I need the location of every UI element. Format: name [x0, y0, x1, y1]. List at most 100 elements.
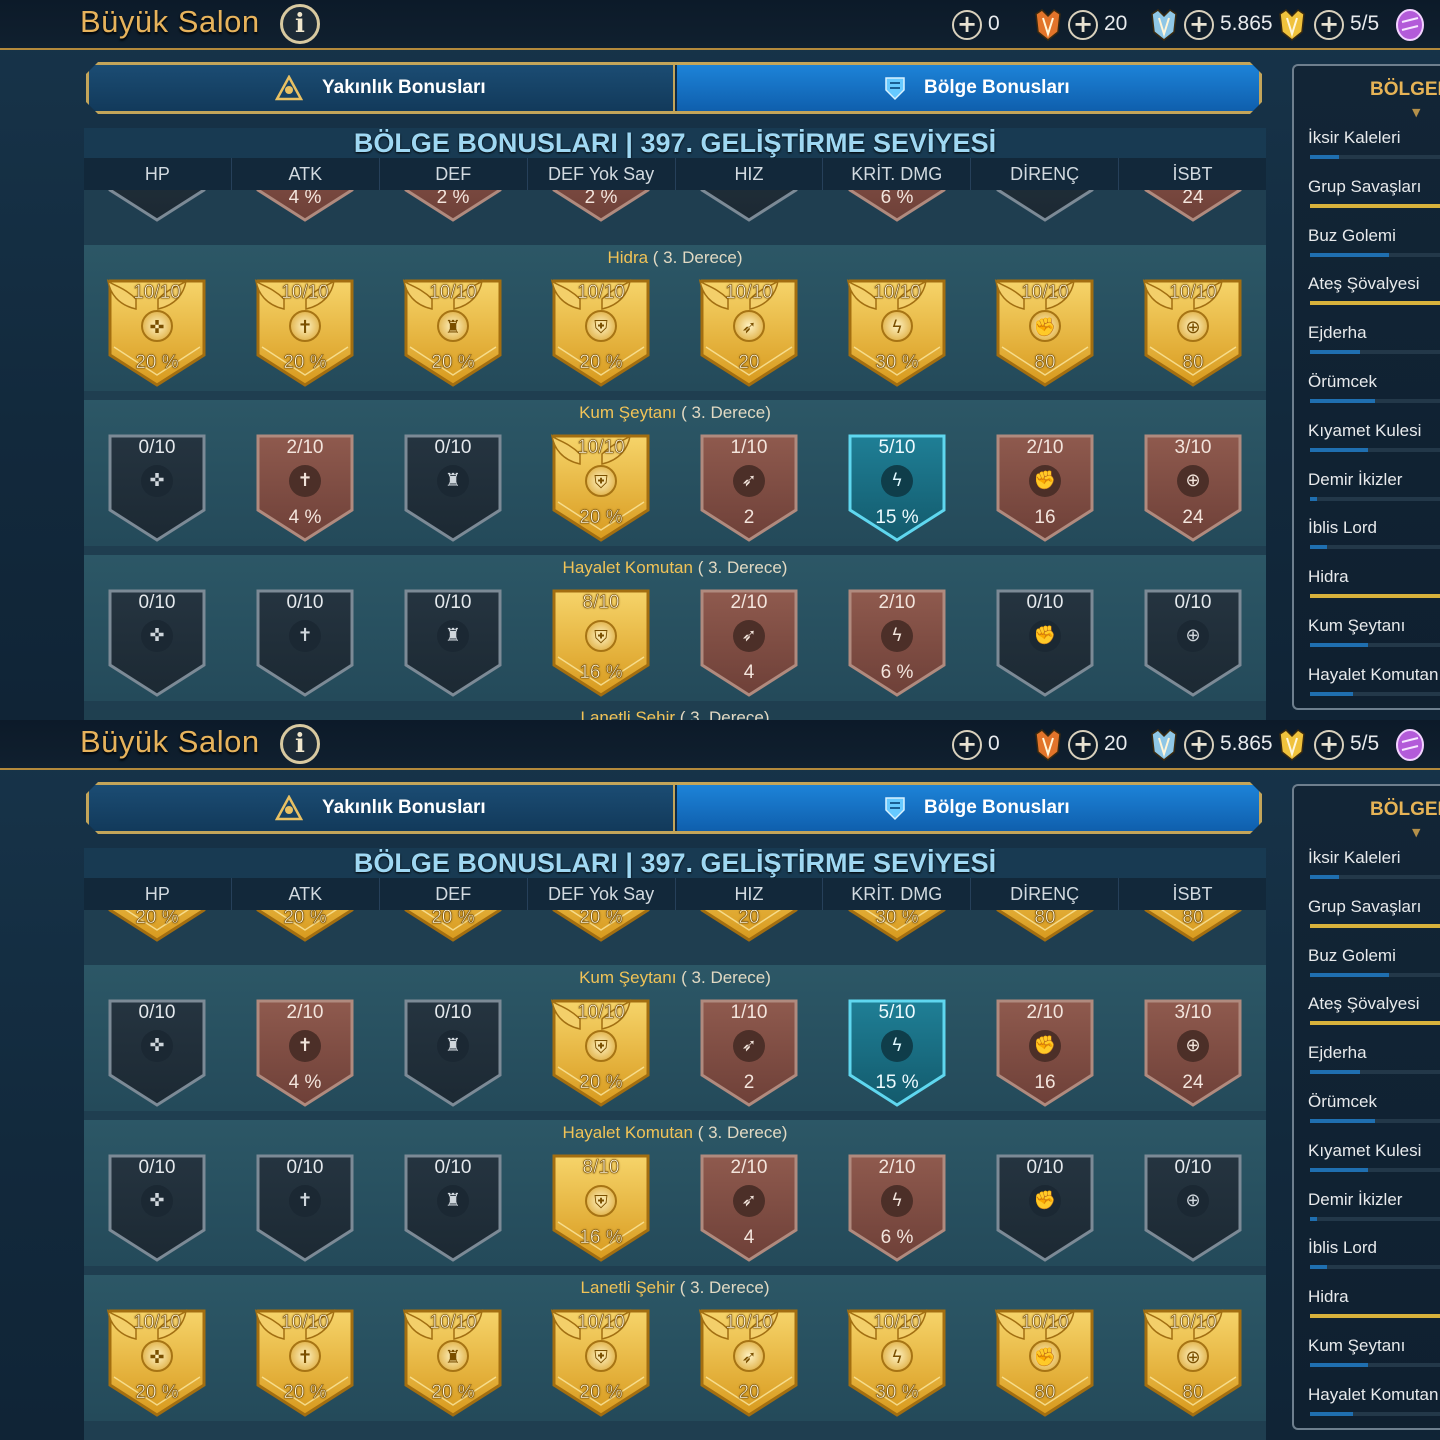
- plus-icon[interactable]: +: [1068, 730, 1098, 760]
- sidebar-item[interactable]: Kıyamet Kulesi: [1308, 421, 1440, 461]
- bonus-badge-hp[interactable]: ✜ 10/10 20 %: [106, 277, 208, 389]
- sidebar-item[interactable]: Örümcek: [1308, 1092, 1440, 1132]
- sidebar-item[interactable]: Örümcek: [1308, 372, 1440, 412]
- bonus-badge-acc[interactable]: ⊕ 3/10 24: [1142, 432, 1244, 544]
- plus-icon[interactable]: +: [1068, 10, 1098, 40]
- plus-icon[interactable]: +: [1314, 10, 1344, 40]
- sidebar-item[interactable]: Kum Şeytanı: [1308, 616, 1440, 656]
- bonus-badge-acc[interactable]: ⊕ 10/10 80: [1142, 277, 1244, 389]
- sidebar-item[interactable]: Kıyamet Kulesi: [1308, 1141, 1440, 1181]
- bonus-badge-res[interactable]: ✊ 2/10 16: [994, 432, 1096, 544]
- bonus-badge-res[interactable]: ✊ 2/10 16: [994, 997, 1096, 1109]
- bonus-badge-partial[interactable]: [106, 190, 208, 224]
- sidebar-item[interactable]: Ateş Şövalyesi: [1308, 994, 1440, 1034]
- bonus-badge-partial[interactable]: 20 %: [550, 910, 652, 944]
- bonus-badge-res[interactable]: ✊ 10/10 80: [994, 277, 1096, 389]
- bonus-badge-partial[interactable]: 2 %: [550, 190, 652, 224]
- plus-icon[interactable]: +: [952, 10, 982, 40]
- bonus-badge-atk[interactable]: ✝ 2/10 4 %: [254, 997, 356, 1109]
- bonus-badge-res[interactable]: ✊ 0/10: [994, 587, 1096, 699]
- plus-icon[interactable]: +: [1184, 10, 1214, 40]
- bonus-badge-spd[interactable]: ➶ 10/10 20: [698, 277, 800, 389]
- sidebar-item[interactable]: Hayalet Komutan: [1308, 1385, 1440, 1425]
- bonus-badge-def[interactable]: ♜ 0/10: [402, 997, 504, 1109]
- bonus-badge-partial[interactable]: 2 %: [402, 190, 504, 224]
- bonus-badge-def-ignore[interactable]: ⛨ 10/10 20 %: [550, 277, 652, 389]
- sidebar-item[interactable]: Ateş Şövalyesi: [1308, 274, 1440, 314]
- bonus-badge-hp[interactable]: ✜ 0/10: [106, 587, 208, 699]
- bonus-badge-hp[interactable]: ✜ 0/10: [106, 432, 208, 544]
- sidebar-item[interactable]: Demir İkizler: [1308, 470, 1440, 510]
- sidebar-item[interactable]: İblis Lord: [1308, 1238, 1440, 1278]
- bonus-badge-acc[interactable]: ⊕ 10/10 80: [1142, 1307, 1244, 1419]
- bonus-badge-hp[interactable]: ✜ 0/10: [106, 997, 208, 1109]
- bonus-badge-partial[interactable]: 6 %: [846, 190, 948, 224]
- bonus-badge-acc[interactable]: ⊕ 0/10: [1142, 1152, 1244, 1264]
- bonus-badge-crit-dmg[interactable]: ϟ 2/10 6 %: [846, 1152, 948, 1264]
- bonus-badge-spd[interactable]: ➶ 1/10 2: [698, 997, 800, 1109]
- bonus-badge-def[interactable]: ♜ 0/10: [402, 432, 504, 544]
- bonus-badge-partial[interactable]: 4 %: [254, 190, 356, 224]
- sidebar-item[interactable]: Hidra: [1308, 567, 1440, 607]
- bonus-badge-atk[interactable]: ✝ 2/10 4 %: [254, 432, 356, 544]
- info-icon[interactable]: i: [280, 724, 320, 764]
- bonus-badge-partial[interactable]: 20 %: [106, 910, 208, 944]
- plus-icon[interactable]: +: [1314, 730, 1344, 760]
- bonus-badge-crit-dmg[interactable]: ϟ 10/10 30 %: [846, 277, 948, 389]
- bonus-badge-def-ignore[interactable]: ⛨ 10/10 20 %: [550, 432, 652, 544]
- sidebar-item[interactable]: İblis Lord: [1308, 518, 1440, 558]
- plus-icon[interactable]: +: [952, 730, 982, 760]
- bonus-badge-res[interactable]: ✊ 0/10: [994, 1152, 1096, 1264]
- bonus-badge-partial[interactable]: 80: [994, 910, 1096, 944]
- bonus-badge-crit-dmg[interactable]: ϟ 5/10 15 %: [846, 432, 948, 544]
- bonus-badge-partial[interactable]: 20: [698, 910, 800, 944]
- bonus-badge-partial[interactable]: 80: [1142, 910, 1244, 944]
- bonus-badge-crit-dmg[interactable]: ϟ 10/10 30 %: [846, 1307, 948, 1419]
- sidebar-item[interactable]: Ejderha: [1308, 323, 1440, 363]
- tab-region-bonuses[interactable]: Bölge Bonusları: [677, 785, 1259, 831]
- bonus-badge-partial[interactable]: 20 %: [254, 910, 356, 944]
- sidebar-item[interactable]: Buz Golemi: [1308, 946, 1440, 986]
- bonus-badge-atk[interactable]: ✝ 10/10 20 %: [254, 277, 356, 389]
- bonus-badge-def-ignore[interactable]: ⛨ 10/10 20 %: [550, 1307, 652, 1419]
- bonus-badge-def[interactable]: ♜ 0/10: [402, 587, 504, 699]
- bonus-badge-acc[interactable]: ⊕ 0/10: [1142, 587, 1244, 699]
- bonus-badge-atk[interactable]: ✝ 10/10 20 %: [254, 1307, 356, 1419]
- bonus-badge-hp[interactable]: ✜ 10/10 20 %: [106, 1307, 208, 1419]
- bonus-badge-spd[interactable]: ➶ 1/10 2: [698, 432, 800, 544]
- bonus-badge-acc[interactable]: ⊕ 3/10 24: [1142, 997, 1244, 1109]
- bonus-badge-def-ignore[interactable]: ⛨ 8/10 16 %: [550, 587, 652, 699]
- bonus-badge-atk[interactable]: ✝ 0/10: [254, 587, 356, 699]
- bonus-badge-partial[interactable]: 20 %: [402, 910, 504, 944]
- bonus-badge-partial[interactable]: [994, 190, 1096, 224]
- bonus-badge-partial[interactable]: [698, 190, 800, 224]
- tab-affinity-bonuses[interactable]: Yakınlık Bonusları: [89, 785, 675, 831]
- sidebar-item[interactable]: Grup Savaşları: [1308, 177, 1440, 217]
- sidebar-item[interactable]: Demir İkizler: [1308, 1190, 1440, 1230]
- bonus-badge-def-ignore[interactable]: ⛨ 10/10 20 %: [550, 997, 652, 1109]
- bonus-badge-partial[interactable]: 24: [1142, 190, 1244, 224]
- sidebar-item[interactable]: Grup Savaşları: [1308, 897, 1440, 937]
- bonus-badge-atk[interactable]: ✝ 0/10: [254, 1152, 356, 1264]
- info-icon[interactable]: i: [280, 4, 320, 44]
- sidebar-item[interactable]: Buz Golemi: [1308, 226, 1440, 266]
- bonus-badge-partial[interactable]: 30 %: [846, 910, 948, 944]
- bonus-badge-hp[interactable]: ✜ 0/10: [106, 1152, 208, 1264]
- tab-affinity-bonuses[interactable]: Yakınlık Bonusları: [89, 65, 675, 111]
- bonus-badge-spd[interactable]: ➶ 10/10 20: [698, 1307, 800, 1419]
- sidebar-item[interactable]: İksir Kaleleri: [1308, 128, 1440, 168]
- sidebar-item[interactable]: Hayalet Komutan: [1308, 665, 1440, 705]
- plus-icon[interactable]: +: [1184, 730, 1214, 760]
- bonus-badge-spd[interactable]: ➶ 2/10 4: [698, 1152, 800, 1264]
- bonus-badge-def[interactable]: ♜ 0/10: [402, 1152, 504, 1264]
- bonus-badge-res[interactable]: ✊ 10/10 80: [994, 1307, 1096, 1419]
- bonus-badge-crit-dmg[interactable]: ϟ 2/10 6 %: [846, 587, 948, 699]
- sidebar-item[interactable]: İksir Kaleleri: [1308, 848, 1440, 888]
- sidebar-item[interactable]: Ejderha: [1308, 1043, 1440, 1083]
- bonus-badge-def[interactable]: ♜ 10/10 20 %: [402, 1307, 504, 1419]
- sidebar-item[interactable]: Hidra: [1308, 1287, 1440, 1327]
- bonus-badge-crit-dmg[interactable]: ϟ 5/10 15 %: [846, 997, 948, 1109]
- scroll-area[interactable]: 20 % 20 % 20 % 20 % 20 30 % 80 80 Kum Şeytanı ( …: [84, 910, 1266, 1440]
- sidebar-item[interactable]: Kum Şeytanı: [1308, 1336, 1440, 1376]
- scroll-area[interactable]: 4 % 2 % 2 % 6 % 24 Hidra ( 3. Derece) ✜ 10/10 20…: [84, 190, 1266, 720]
